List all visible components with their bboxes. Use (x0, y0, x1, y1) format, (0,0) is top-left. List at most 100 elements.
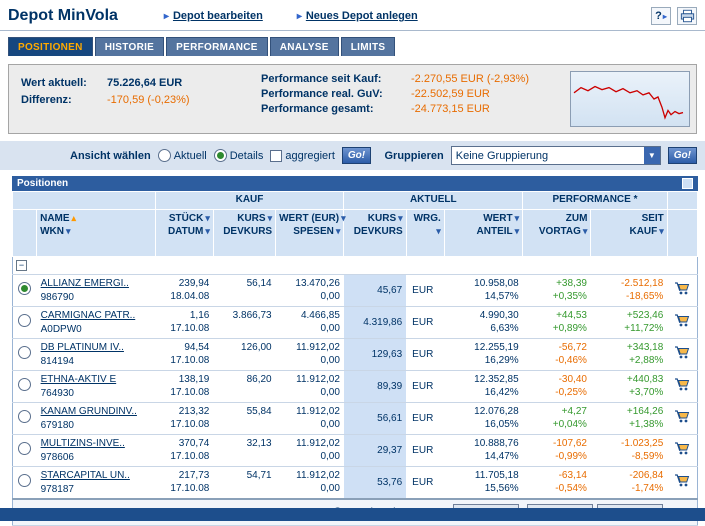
print-icon[interactable] (677, 7, 697, 25)
order-cart-icon[interactable] (674, 474, 690, 491)
neues-depot-link[interactable]: Neues Depot anlegen (306, 10, 418, 22)
help-icon[interactable]: ? ▸ (651, 7, 671, 25)
order-cart-icon[interactable] (674, 314, 690, 331)
select-position-radio[interactable] (18, 378, 32, 391)
aktuell-wert-value: 12.352,85 (474, 374, 519, 385)
aktuell-wert-value: 11.705,18 (474, 470, 519, 481)
position-row: ETHNA-AKTIV E 764930 138,19 17.10.08 86,… (12, 370, 698, 403)
select-position-radio[interactable] (18, 346, 32, 359)
page-header: Depot MinVola ▸ Depot bearbeiten ▸ Neues… (0, 0, 705, 31)
seit-kauf-value: +440,83 (626, 374, 664, 385)
spesen-value: 0,00 (320, 419, 340, 430)
tab[interactable]: HISTORIE (94, 37, 165, 56)
sort-desc-icon[interactable]: ▾ (205, 226, 210, 236)
datum-value: 17.10.08 (170, 323, 210, 334)
col-stueck-datum-header[interactable]: STÜCK ▾ DATUM ▾ (154, 209, 214, 257)
order-cart-icon[interactable] (674, 410, 690, 427)
kauf-wert-value: 11.912,02 (296, 374, 340, 385)
position-name-link[interactable]: MULTIZINS-INVE.. (41, 438, 125, 449)
order-cart-icon[interactable] (674, 282, 690, 299)
col-name-header[interactable]: NAME ▴ WKN ▾ (36, 209, 156, 257)
vortag-value: -107,62 (553, 438, 587, 449)
datum-value: 17.10.08 (170, 483, 210, 494)
datum-value: 17.10.08 (170, 387, 210, 398)
anteil-value: 16,29% (484, 355, 519, 366)
sort-desc-icon[interactable]: ▾ (515, 213, 520, 223)
seit-kauf-prozent-value: -18,65% (626, 291, 664, 302)
kauf-kurs-value: 54,71 (246, 470, 272, 481)
aktuell-wert-value: 12.076,28 (474, 406, 519, 417)
aktuell-wert-value: 4.990,30 (479, 310, 519, 321)
anteil-value: 14,47% (484, 451, 519, 462)
col-aktuell-kurs-header[interactable]: KURS ▾ DEVKURS (343, 209, 407, 257)
position-name-link[interactable]: ETHNA-AKTIV E (41, 374, 117, 385)
sort-desc-icon[interactable]: ▾ (583, 226, 588, 236)
col-seit-kauf-header[interactable]: SEIT KAUF ▾ (590, 209, 668, 257)
col-kauf-wert-header[interactable]: WERT (EUR) ▾ SPESEN ▾ (275, 209, 346, 257)
waehrung-value: EUR (406, 402, 445, 435)
sort-desc-icon[interactable]: ▾ (659, 226, 664, 236)
radio-aktuell[interactable]: Aktuell (157, 149, 207, 162)
ansicht-go-button[interactable]: Go! (341, 147, 372, 164)
vortag-prozent-value: -0,54% (555, 483, 587, 494)
col-zum-vortag-header[interactable]: ZUM VORTAG ▾ (522, 209, 592, 257)
col-aktuell-wert-header[interactable]: WERT ▾ ANTEIL ▾ (443, 209, 524, 257)
datum-value: 17.10.08 (170, 355, 210, 366)
sort-desc-icon[interactable]: ▾ (66, 226, 71, 236)
vortag-prozent-value: +0,89% (552, 323, 587, 334)
positions-panel-header: Positionen (12, 176, 698, 191)
select-position-radio[interactable] (18, 314, 32, 327)
kauf-kurs-value: 3.866,73 (232, 310, 272, 321)
collapse-group-button[interactable]: − (16, 260, 27, 271)
sort-desc-icon[interactable]: ▾ (341, 213, 346, 223)
order-cart-icon[interactable] (674, 442, 690, 459)
sort-desc-icon[interactable]: ▾ (205, 213, 210, 223)
collapse-panel-icon[interactable] (682, 178, 693, 189)
select-position-radio[interactable] (18, 442, 32, 455)
aggregiert-checkbox[interactable]: aggregiert (270, 149, 335, 162)
spesen-value: 0,00 (320, 355, 340, 366)
radio-details[interactable]: Details (213, 149, 263, 162)
select-position-radio[interactable] (18, 474, 32, 487)
sort-desc-icon[interactable]: ▾ (268, 213, 273, 223)
position-name-link[interactable]: DB PLATINUM IV.. (41, 342, 124, 353)
sort-desc-icon[interactable]: ▾ (436, 226, 441, 236)
position-name-link[interactable]: STARCAPITAL UN.. (41, 470, 130, 481)
order-cart-icon[interactable] (674, 346, 690, 363)
tab[interactable]: POSITIONEN (8, 37, 93, 56)
aktuell-kurs-value: 56,61 (377, 413, 403, 424)
position-name-link[interactable]: ALLIANZ EMERGI.. (41, 278, 129, 289)
sort-desc-icon[interactable]: ▾ (336, 226, 341, 236)
kauf-wert-value: 11.912,02 (296, 470, 340, 481)
tab[interactable]: ANALYSE (269, 37, 339, 56)
aktuell-wert-value: 10.888,76 (474, 438, 519, 449)
seit-kauf-prozent-value: +1,38% (629, 419, 664, 430)
depot-bearbeiten-link[interactable]: Depot bearbeiten (173, 10, 263, 22)
position-wkn: 814194 (40, 356, 74, 367)
position-name-link[interactable]: KANAM GRUNDINV.. (41, 406, 137, 417)
aktuell-kurs-value: 129,63 (371, 349, 403, 360)
select-position-radio[interactable] (18, 410, 32, 423)
position-wkn: 764930 (40, 388, 74, 399)
order-cart-icon[interactable] (674, 378, 690, 395)
gruppierung-selected-value: Keine Gruppierung (455, 149, 549, 162)
gruppierung-select[interactable]: Keine Gruppierung ▼ (450, 146, 661, 165)
sort-desc-icon[interactable]: ▾ (398, 213, 403, 223)
seit-kauf-value: +523,46 (626, 310, 664, 321)
tab[interactable]: LIMITS (340, 37, 396, 56)
col-kauf-kurs-header[interactable]: KURS ▾ DEVKURS (212, 209, 277, 257)
sort-desc-icon[interactable]: ▾ (515, 226, 520, 236)
sort-asc-icon[interactable]: ▴ (72, 213, 77, 223)
position-wkn: A0DPW0 (40, 324, 82, 335)
waehrung-value: EUR (406, 466, 445, 500)
radio-icon (213, 149, 227, 162)
seit-kauf-prozent-value: +11,72% (624, 323, 664, 334)
performance-sparkline (570, 71, 690, 127)
col-wrg-header[interactable]: WRG. ▾ (405, 209, 445, 257)
tab[interactable]: PERFORMANCE (166, 37, 268, 56)
select-position-radio[interactable] (18, 282, 32, 295)
tab-bar: POSITIONEN HISTORIE PERFORMANCE ANALYSE … (0, 31, 705, 56)
position-name-link[interactable]: CARMIGNAC PATR.. (41, 310, 136, 321)
gruppieren-go-button[interactable]: Go! (667, 147, 697, 164)
vortag-value: -63,14 (558, 470, 587, 481)
